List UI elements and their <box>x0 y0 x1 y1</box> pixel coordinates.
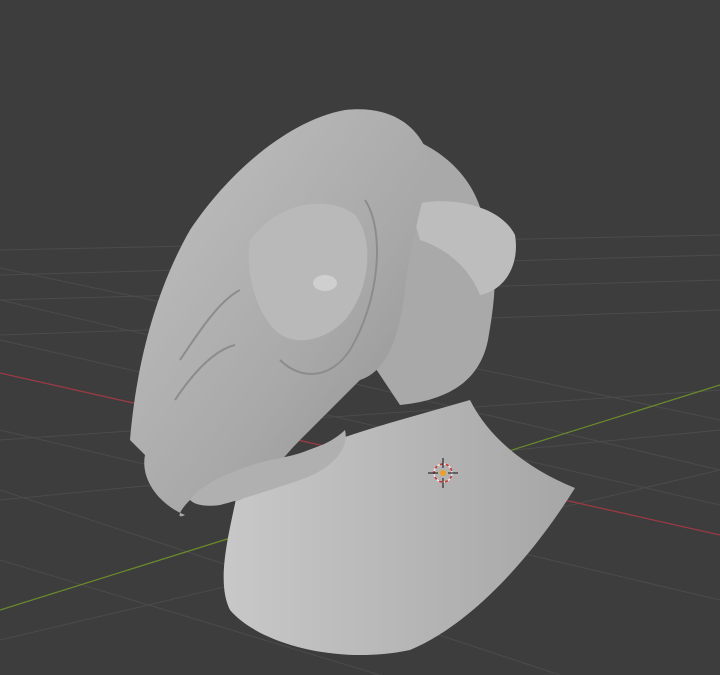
viewport-canvas[interactable] <box>0 0 720 675</box>
sculpt-model[interactable] <box>130 109 576 656</box>
eye <box>313 275 337 291</box>
3d-viewport[interactable] <box>0 0 720 675</box>
